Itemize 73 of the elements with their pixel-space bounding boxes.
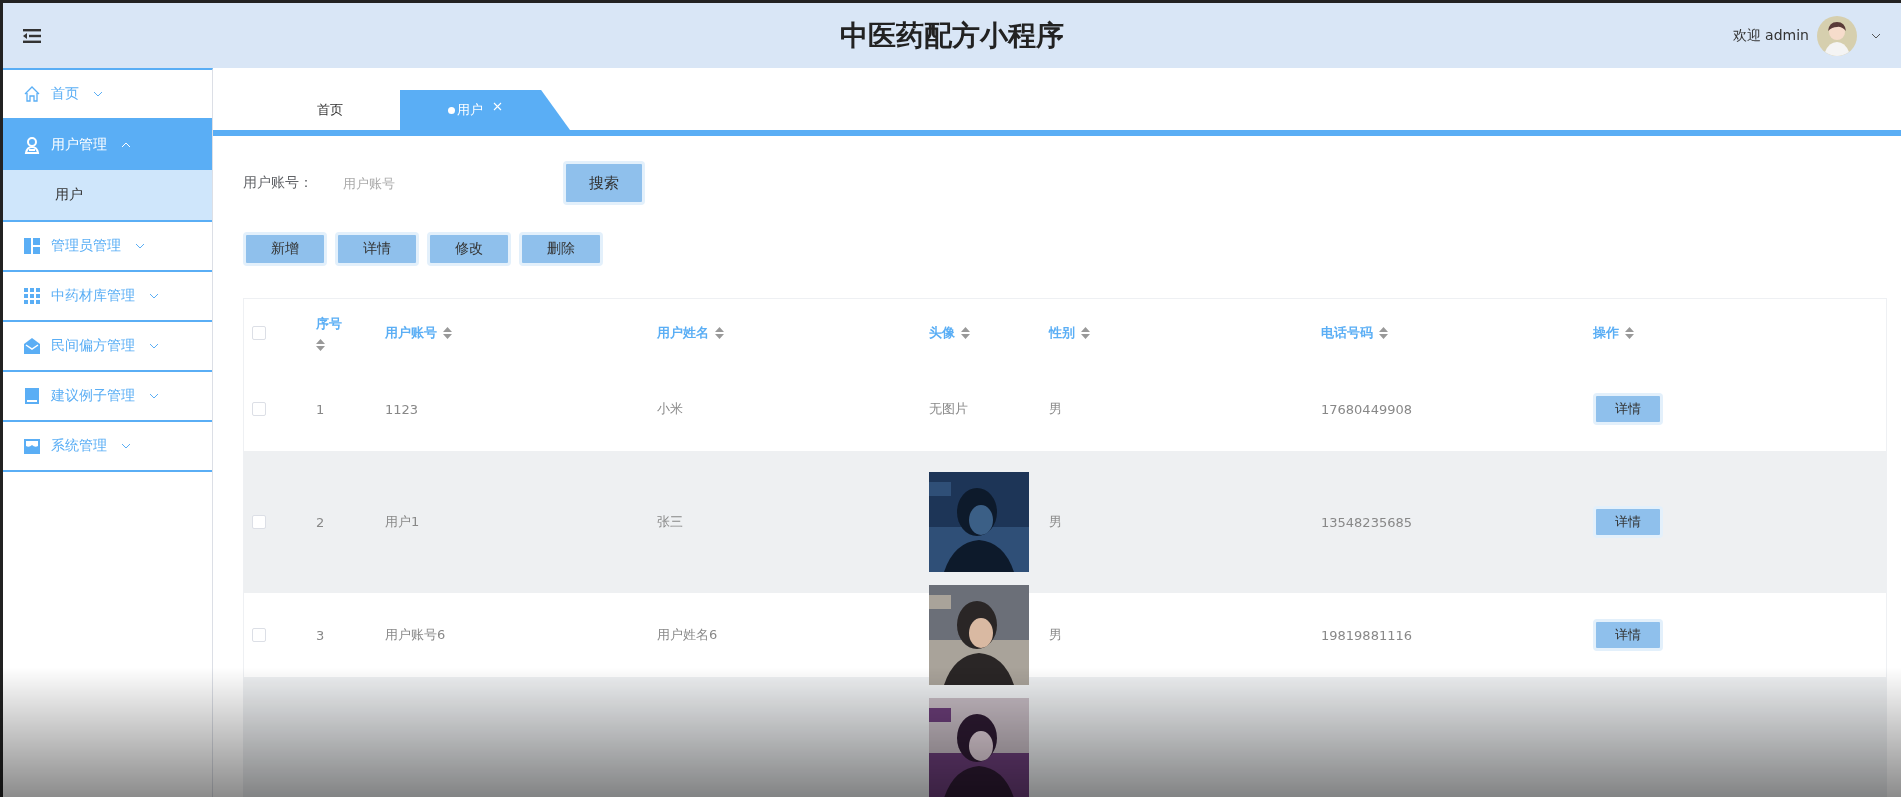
caret-icon	[121, 443, 131, 449]
app-title: 中医药配方小程序	[840, 17, 1064, 54]
column-header[interactable]: 用户账号	[385, 324, 437, 342]
details-button[interactable]: 详情	[1593, 506, 1663, 538]
column-header[interactable]: 头像	[929, 324, 955, 342]
layout-icon	[23, 237, 41, 255]
table-cell: 2	[316, 514, 325, 530]
checkbox[interactable]	[252, 628, 266, 642]
avatar-icon[interactable]	[1817, 15, 1857, 56]
caret-icon	[149, 393, 159, 399]
details-button[interactable]: 详情	[1593, 393, 1663, 425]
nav-item[interactable]: 用户管理	[3, 120, 212, 170]
sort-icon[interactable]	[715, 327, 724, 339]
sort-icon[interactable]	[961, 327, 970, 339]
checkbox[interactable]	[252, 402, 266, 416]
nav-item[interactable]: 中药材库管理	[3, 272, 212, 322]
sort-icon[interactable]	[1379, 327, 1388, 339]
table-cell: 男	[1049, 626, 1062, 644]
column-header[interactable]: 用户姓名	[657, 324, 709, 342]
table-cell: 19819881116	[1321, 627, 1412, 643]
table-cell: 无图片	[929, 400, 968, 418]
book-icon	[23, 387, 41, 405]
tab[interactable]: 用户	[400, 90, 570, 130]
table-cell: 3	[316, 627, 325, 643]
checkbox[interactable]	[252, 326, 266, 340]
nav-item[interactable]: 建议例子管理	[3, 372, 212, 422]
table-cell: 张三	[657, 513, 683, 531]
table-cell: 用户姓名6	[657, 626, 718, 644]
nav-item[interactable]: 管理员管理	[3, 222, 212, 272]
home-icon	[23, 85, 41, 103]
table-cell: 男	[1049, 513, 1062, 531]
table-cell: 用户账号6	[385, 626, 446, 644]
nav-item[interactable]: 民间偏方管理	[3, 322, 212, 372]
table-cell: 17680449908	[1321, 401, 1412, 417]
table-cell: 用户1	[385, 513, 420, 531]
table-cell: 1123	[385, 401, 419, 417]
add-button[interactable]: 新增	[243, 232, 327, 266]
nav-subitem[interactable]: 用户	[3, 170, 212, 222]
dot-icon	[448, 106, 455, 114]
sort-icon[interactable]	[1081, 327, 1090, 339]
column-header[interactable]: 电话号码	[1321, 324, 1373, 342]
welcome-text: 欢迎 admin	[1732, 26, 1809, 45]
caret-icon	[93, 91, 103, 97]
table-cell: 男	[1049, 400, 1062, 418]
search-button[interactable]: 搜索	[563, 161, 645, 205]
caret-icon	[121, 142, 131, 148]
caret-icon	[149, 343, 159, 349]
tab[interactable]: 首页	[260, 90, 400, 130]
edit-button[interactable]: 修改	[427, 232, 511, 266]
table-cell: 小米	[657, 400, 683, 418]
checkbox[interactable]	[252, 515, 266, 529]
menu-icon[interactable]	[23, 28, 41, 43]
close-icon[interactable]	[493, 101, 502, 111]
delete-button[interactable]: 删除	[519, 232, 603, 266]
sort-icon[interactable]	[443, 327, 452, 339]
sort-icon[interactable]	[316, 339, 325, 351]
store-icon	[23, 437, 41, 455]
nav-item[interactable]: 系统管理	[3, 422, 212, 472]
column-header[interactable]: 操作	[1593, 324, 1619, 342]
field-label: 用户账号：	[243, 174, 314, 192]
column-header[interactable]: 序号	[316, 315, 342, 333]
caret-icon	[149, 293, 159, 299]
caret-icon[interactable]	[1871, 32, 1881, 39]
grid-icon	[23, 287, 41, 305]
sort-icon[interactable]	[1625, 327, 1634, 339]
envelope-icon	[23, 337, 41, 355]
caret-icon	[135, 243, 145, 249]
user-icon	[23, 136, 41, 154]
table-cell: 1	[316, 401, 325, 417]
details-button[interactable]: 详情	[335, 232, 419, 266]
table-cell: 13548235685	[1321, 514, 1412, 530]
details-button[interactable]: 详情	[1593, 619, 1663, 651]
column-header[interactable]: 性别	[1049, 324, 1075, 342]
